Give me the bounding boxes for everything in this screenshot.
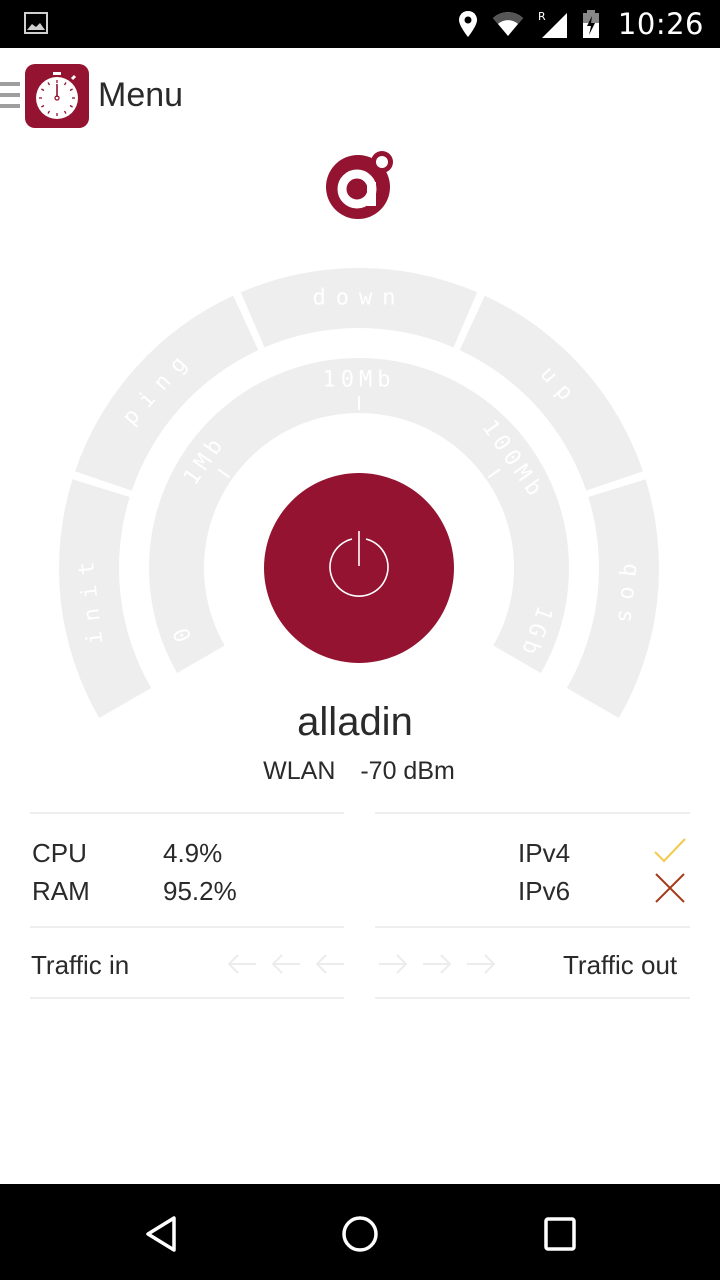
hamburger-menu-icon[interactable]: [0, 82, 22, 112]
signal-strength: -70 dBm: [360, 757, 455, 785]
ipv4-label: IPv4: [518, 838, 571, 868]
traffic-out-label: Traffic out: [563, 950, 678, 980]
divider: [375, 926, 690, 928]
arrow-right-icon: [379, 954, 408, 974]
speed-gauge: initpingdownupqos01Mb10Mb100Mb1Gb: [58, 268, 659, 718]
ipv6-cross-icon: [655, 873, 685, 903]
stopwatch-icon: [36, 72, 78, 119]
cpu-label: CPU: [32, 838, 87, 868]
network-type: WLAN: [263, 757, 336, 785]
cpu-value: 4.9%: [163, 838, 223, 868]
status-bar: R 10:26: [0, 0, 720, 48]
phase-label-down: down: [313, 286, 406, 311]
ipv6-label: IPv6: [518, 876, 571, 906]
traffic-in-label: Traffic in: [31, 950, 130, 980]
ipv4-check-icon: [654, 838, 686, 863]
arrow-left-icon: [315, 954, 344, 974]
clock: 10:26: [617, 7, 704, 41]
ram-value: 95.2%: [163, 876, 237, 906]
divider: [30, 997, 344, 999]
navigation-bar: [0, 1184, 720, 1280]
recents-icon: [544, 1217, 576, 1251]
divider: [30, 926, 344, 928]
app-title[interactable]: Menu: [98, 76, 183, 115]
location-icon: [458, 11, 477, 37]
battery-charging-icon: [582, 10, 599, 38]
recents-button[interactable]: [538, 1212, 582, 1256]
svg-text:R: R: [538, 10, 546, 23]
network-name: alladin: [297, 700, 413, 744]
arrow-left-icon: [227, 954, 256, 974]
scale-label: 10Mb: [323, 368, 396, 393]
stopwatch-app-icon[interactable]: [25, 64, 89, 128]
divider: [30, 812, 344, 814]
back-button[interactable]: [138, 1212, 182, 1256]
arrow-left-icon: [271, 954, 300, 974]
divider: [375, 812, 690, 814]
home-icon: [342, 1216, 378, 1252]
phase-segment-qos: [566, 479, 659, 718]
back-icon: [146, 1216, 176, 1252]
image-notification-icon: [24, 12, 48, 34]
ram-label: RAM: [32, 876, 90, 906]
divider: [375, 997, 690, 999]
signal-roaming-icon: R: [538, 10, 567, 38]
arrow-right-icon: [423, 954, 452, 974]
home-button[interactable]: [338, 1212, 382, 1256]
brand-a-logo-icon: [326, 151, 393, 219]
wifi-icon: [492, 12, 523, 36]
traffic-in-indicator: [226, 952, 346, 976]
phase-segment-init: [58, 479, 152, 718]
arrow-right-icon: [467, 954, 496, 974]
start-test-button[interactable]: [264, 473, 454, 663]
traffic-out-indicator: [377, 952, 497, 976]
network-info: WLAN -70 dBm: [0, 757, 718, 786]
